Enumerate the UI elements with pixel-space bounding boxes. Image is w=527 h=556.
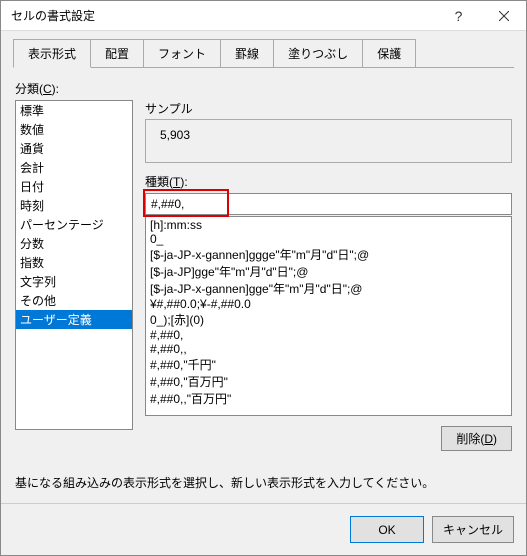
titlebar: セルの書式設定 ? [1, 1, 526, 31]
cancel-button[interactable]: キャンセル [432, 516, 514, 543]
delete-row: 削除(D) [145, 426, 512, 451]
sample-box: 5,903 [145, 119, 512, 163]
category-item[interactable]: 通貨 [16, 139, 132, 158]
sample-value: 5,903 [156, 128, 501, 142]
format-cells-dialog: セルの書式設定 ? 表示形式配置フォント罫線塗りつぶし保護 分類(C): 標準数… [0, 0, 527, 556]
category-item[interactable]: その他 [16, 291, 132, 310]
right-pane: サンプル 5,903 種類(T): [h]:mm:ss0_ [$-ja-JP-x… [145, 100, 512, 458]
instruction-text: 基になる組み込みの表示形式を選択し、新しい表示形式を入力してください。 [15, 474, 512, 491]
type-input-wrap [145, 193, 512, 216]
format-list[interactable]: [h]:mm:ss0_ [$-ja-JP-x-gannen]ggge"年"m"月… [145, 216, 512, 416]
category-item[interactable]: 文字列 [16, 272, 132, 291]
category-item[interactable]: 会計 [16, 158, 132, 177]
category-item[interactable]: 時刻 [16, 196, 132, 215]
format-item[interactable]: [$-ja-JP-x-gannen]gge"年"m"月"d"日";@ [146, 280, 511, 297]
delete-button[interactable]: 削除(D) [441, 426, 512, 451]
tab-塗りつぶし[interactable]: 塗りつぶし [273, 39, 363, 67]
format-item[interactable]: 0_ [146, 232, 511, 246]
tab-配置[interactable]: 配置 [90, 39, 144, 67]
main-row: 標準数値通貨会計日付時刻パーセンテージ分数指数文字列その他ユーザー定義 サンプル… [15, 100, 512, 458]
tab-bar: 表示形式配置フォント罫線塗りつぶし保護 [13, 39, 514, 68]
category-item[interactable]: パーセンテージ [16, 215, 132, 234]
format-item[interactable]: #,##0,,"百万円" [146, 390, 511, 407]
format-item[interactable]: [$-ja-JP]gge"年"m"月"d"日";@ [146, 263, 511, 280]
close-icon [499, 11, 509, 21]
category-item[interactable]: 指数 [16, 253, 132, 272]
format-item[interactable]: 0_);[赤](0) [146, 311, 511, 328]
format-item[interactable]: [h]:mm:ss [146, 218, 511, 232]
dialog-footer: OK キャンセル [1, 503, 526, 555]
category-item[interactable]: ユーザー定義 [16, 310, 132, 329]
format-item[interactable]: #,##0,"千円" [146, 356, 511, 373]
format-item[interactable]: #,##0,, [146, 342, 511, 356]
sample-label: サンプル [145, 100, 512, 117]
format-item[interactable]: ¥#,##0.0;¥-#,##0.0 [146, 297, 511, 311]
category-item[interactable]: 数値 [16, 120, 132, 139]
titlebar-buttons: ? [436, 1, 526, 30]
help-button[interactable]: ? [436, 1, 481, 30]
dialog-title: セルの書式設定 [11, 7, 436, 24]
category-list[interactable]: 標準数値通貨会計日付時刻パーセンテージ分数指数文字列その他ユーザー定義 [15, 100, 133, 430]
category-item[interactable]: 日付 [16, 177, 132, 196]
tab-body: 分類(C): 標準数値通貨会計日付時刻パーセンテージ分数指数文字列その他ユーザー… [13, 68, 514, 493]
category-label: 分類(C): [15, 80, 512, 97]
format-item[interactable]: #,##0,"百万円" [146, 373, 511, 390]
tab-罫線[interactable]: 罫線 [220, 39, 274, 67]
tab-表示形式[interactable]: 表示形式 [13, 39, 91, 68]
type-input[interactable] [145, 193, 512, 215]
format-item[interactable]: #,##0, [146, 328, 511, 342]
category-item[interactable]: 標準 [16, 101, 132, 120]
type-label: 種類(T): [145, 173, 512, 190]
close-button[interactable] [481, 1, 526, 30]
format-item[interactable]: [$-ja-JP-x-gannen]ggge"年"m"月"d"日";@ [146, 246, 511, 263]
ok-button[interactable]: OK [350, 516, 424, 543]
dialog-content: 表示形式配置フォント罫線塗りつぶし保護 分類(C): 標準数値通貨会計日付時刻パ… [1, 31, 526, 503]
tab-フォント[interactable]: フォント [143, 39, 221, 67]
tab-保護[interactable]: 保護 [362, 39, 416, 67]
category-item[interactable]: 分数 [16, 234, 132, 253]
